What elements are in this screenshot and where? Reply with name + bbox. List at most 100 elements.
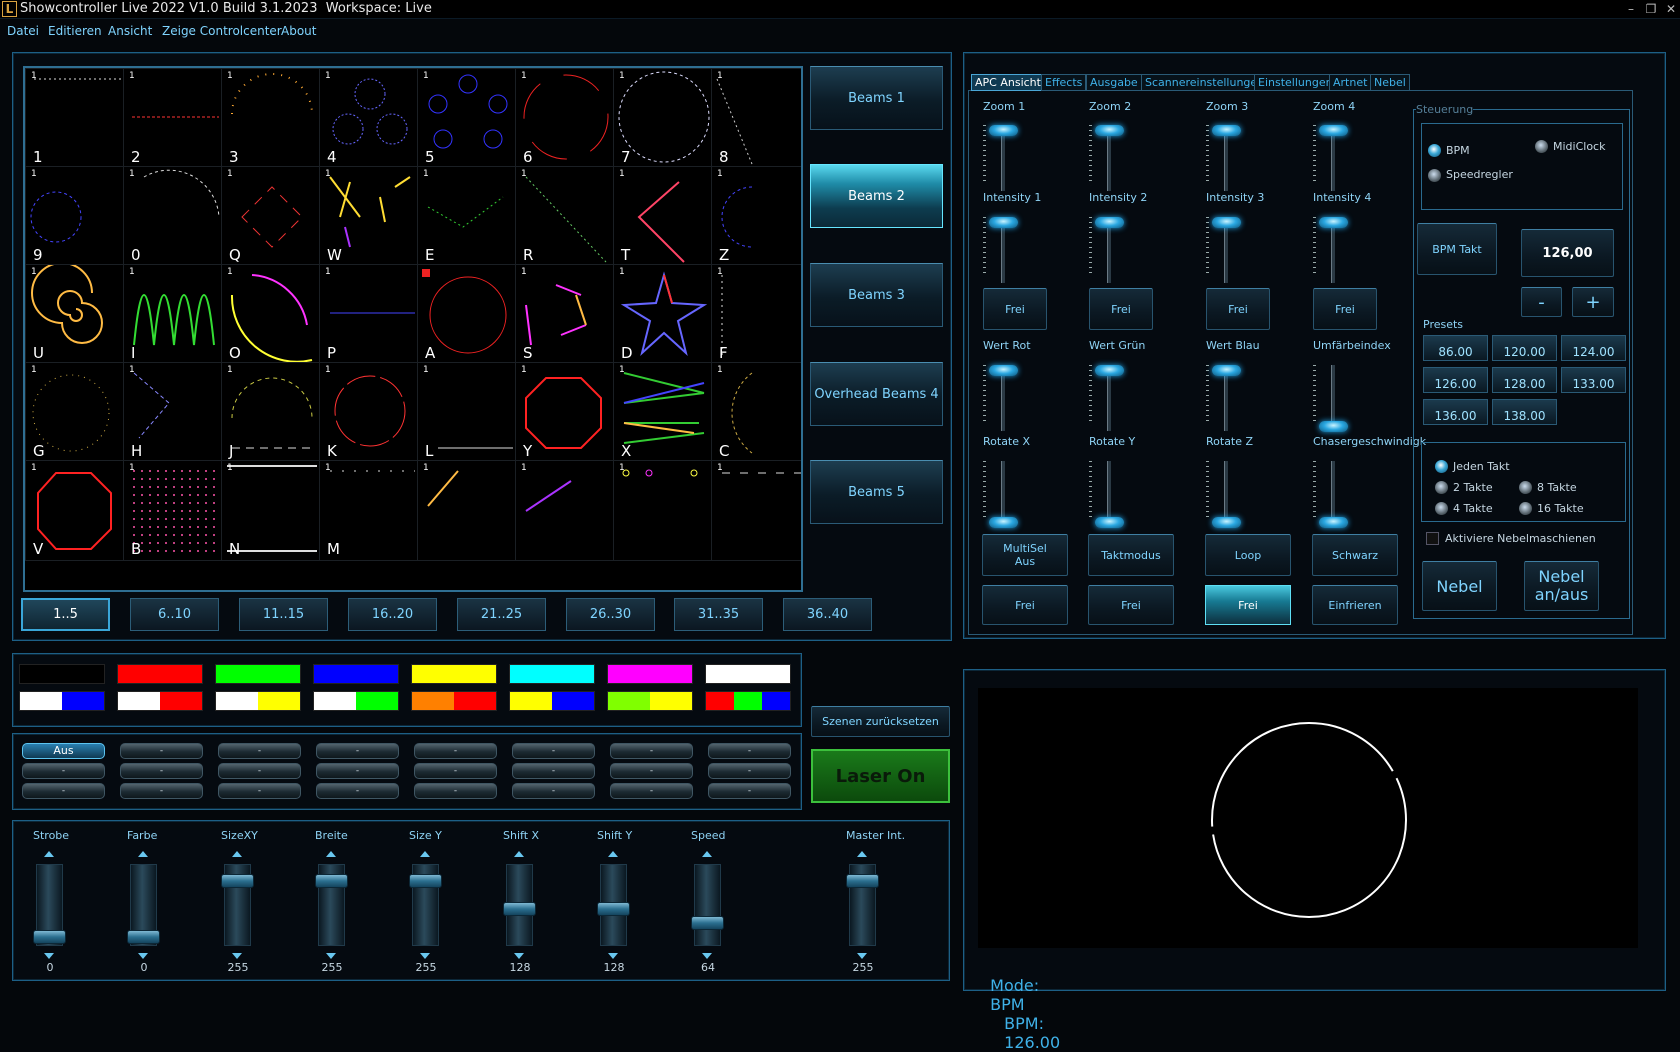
fader-knob[interactable] — [409, 874, 442, 888]
scene-button[interactable]: - — [218, 763, 301, 779]
fader-down-arrow[interactable] — [420, 953, 430, 959]
effect-tile[interactable]: 1L — [417, 362, 518, 463]
close-icon[interactable]: ✕ — [1662, 1, 1680, 17]
apc-slider[interactable] — [1206, 217, 1246, 287]
fader[interactable] — [125, 850, 162, 960]
scene-button[interactable]: - — [22, 783, 105, 799]
fader-up-arrow[interactable] — [138, 851, 148, 857]
takt-radio[interactable] — [1435, 460, 1448, 473]
page-1-5-button[interactable]: 1..5 — [21, 598, 110, 631]
scene-button[interactable]: - — [316, 763, 399, 779]
scene-button[interactable]: - — [120, 783, 203, 799]
color-swatch[interactable] — [19, 691, 105, 711]
apc-slider[interactable] — [1206, 365, 1246, 435]
page-11-15-button[interactable]: 11..15 — [239, 598, 328, 631]
beams-5-button[interactable]: Beams 5 — [810, 460, 943, 524]
tab-einstellungen[interactable]: Einstellungen — [1254, 74, 1337, 91]
bpm-plus-button[interactable]: + — [1572, 287, 1614, 317]
apc-slider[interactable] — [983, 365, 1023, 435]
apc-bottom-button[interactable]: Frei — [982, 585, 1068, 625]
effect-tile[interactable]: 1M — [319, 460, 420, 561]
bpm-minus-button[interactable]: - — [1521, 287, 1562, 317]
fader[interactable] — [407, 850, 444, 960]
slider-knob[interactable] — [1095, 217, 1124, 228]
slider-knob[interactable] — [1095, 517, 1124, 528]
preset-button[interactable]: 124.00 — [1561, 335, 1626, 361]
fader-up-arrow[interactable] — [857, 851, 867, 857]
preset-button[interactable]: 86.00 — [1423, 335, 1488, 361]
slider-knob[interactable] — [1095, 125, 1124, 136]
effect-tile[interactable]: 1T — [613, 166, 714, 267]
preset-button[interactable]: 128.00 — [1492, 367, 1557, 393]
scene-button[interactable]: - — [218, 783, 301, 799]
slider-knob[interactable] — [1319, 517, 1348, 528]
effect-tile[interactable]: 1O — [221, 264, 322, 365]
color-swatch[interactable] — [705, 691, 791, 711]
fader-knob[interactable] — [127, 930, 160, 944]
effect-tile[interactable]: 1Z — [711, 166, 801, 267]
effect-tile[interactable]: 1U — [25, 264, 126, 365]
scene-button[interactable]: - — [414, 743, 497, 759]
slider-knob[interactable] — [1319, 217, 1348, 228]
fader-down-arrow[interactable] — [857, 953, 867, 959]
apc-slider[interactable] — [1089, 125, 1129, 195]
scene-button[interactable]: - — [316, 783, 399, 799]
slider-knob[interactable] — [989, 365, 1018, 376]
nebel-checkbox[interactable] — [1426, 532, 1439, 545]
slider-knob[interactable] — [1212, 125, 1241, 136]
effect-tile[interactable]: 1D — [613, 264, 714, 365]
effect-tile[interactable]: A — [417, 264, 518, 365]
fader[interactable] — [313, 850, 350, 960]
fader-knob[interactable] — [691, 916, 724, 930]
fader-up-arrow[interactable] — [232, 851, 242, 857]
effect-tile[interactable]: 13 — [221, 68, 322, 169]
menu-ansicht[interactable]: Ansicht — [108, 24, 152, 38]
apc-slider[interactable] — [1313, 125, 1353, 195]
preset-button[interactable]: 133.00 — [1561, 367, 1626, 393]
fader-knob[interactable] — [33, 930, 66, 944]
slider-knob[interactable] — [989, 125, 1018, 136]
scene-button[interactable]: - — [512, 763, 595, 779]
scene-button[interactable]: - — [708, 783, 791, 799]
apc-bottom-button[interactable]: Taktmodus — [1088, 534, 1174, 576]
page-26-30-button[interactable]: 26..30 — [566, 598, 655, 631]
scene-button[interactable]: Aus — [22, 743, 105, 759]
slider-knob[interactable] — [1212, 517, 1241, 528]
slider-knob[interactable] — [1319, 421, 1348, 432]
fader-down-arrow[interactable] — [326, 953, 336, 959]
beams-3-button[interactable]: Beams 3 — [810, 263, 943, 327]
fader[interactable] — [689, 850, 726, 960]
tab-ausgabe[interactable]: Ausgabe — [1086, 74, 1142, 91]
effect-tile[interactable]: 1G — [25, 362, 126, 463]
color-swatch[interactable] — [215, 691, 301, 711]
color-swatch[interactable] — [411, 664, 497, 684]
fader[interactable] — [501, 850, 538, 960]
apc-slider[interactable] — [1206, 125, 1246, 195]
slider-knob[interactable] — [989, 517, 1018, 528]
effect-tile[interactable]: 1X — [613, 362, 714, 463]
effect-tile[interactable]: 1 — [515, 460, 616, 561]
fader-up-arrow[interactable] — [44, 851, 54, 857]
scene-button[interactable]: - — [708, 763, 791, 779]
apc-frei-button[interactable]: Frei — [983, 288, 1047, 330]
fader-knob[interactable] — [221, 874, 254, 888]
effect-tile[interactable]: 1Q — [221, 166, 322, 267]
fader-up-arrow[interactable] — [420, 851, 430, 857]
nebel-button[interactable]: Nebel — [1422, 561, 1497, 611]
effect-tile[interactable]: 18 — [711, 68, 801, 169]
color-swatch[interactable] — [215, 664, 301, 684]
effect-tile[interactable]: 1 — [711, 460, 801, 561]
slider-knob[interactable] — [1212, 217, 1241, 228]
fader-down-arrow[interactable] — [138, 953, 148, 959]
scene-button[interactable]: - — [512, 743, 595, 759]
scene-button[interactable]: - — [316, 743, 399, 759]
apc-slider[interactable] — [1313, 461, 1353, 531]
effect-tile[interactable]: 1F — [711, 264, 801, 365]
apc-bottom-button[interactable]: Schwarz — [1312, 534, 1398, 576]
apc-slider[interactable] — [1089, 365, 1129, 435]
fader-up-arrow[interactable] — [608, 851, 618, 857]
scene-button[interactable]: - — [120, 743, 203, 759]
scene-button[interactable]: - — [22, 763, 105, 779]
color-swatch[interactable] — [313, 664, 399, 684]
fader-knob[interactable] — [846, 874, 879, 888]
